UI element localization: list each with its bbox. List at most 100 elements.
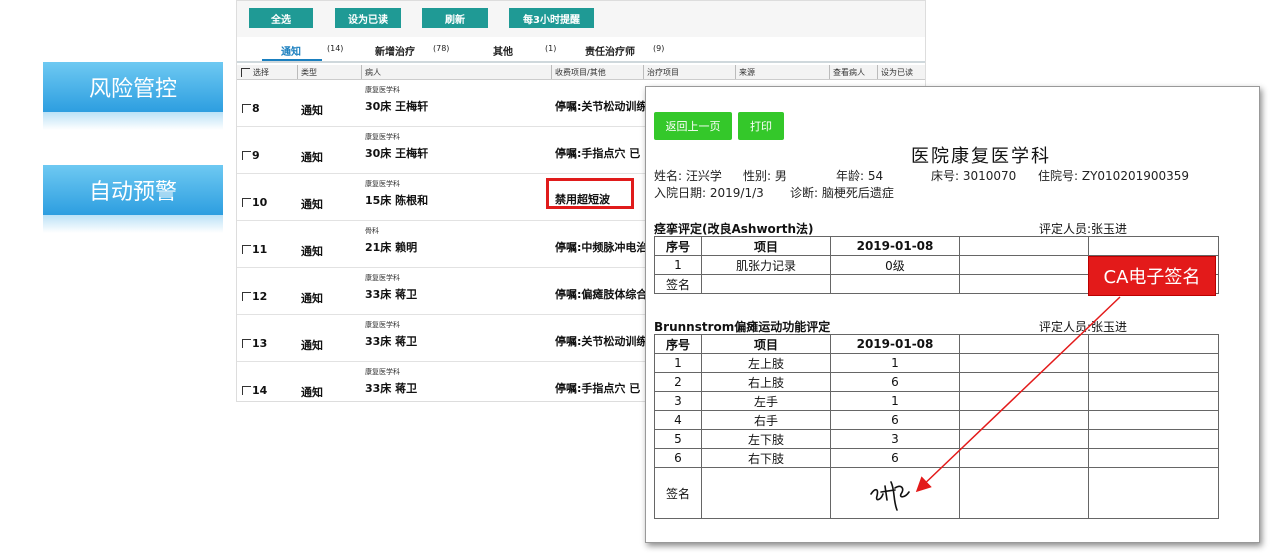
row-item: 停嘱:关节松动训练 <box>555 335 648 348</box>
section1-title: 痉挛评定(改良Ashworth法) <box>654 222 814 236</box>
row-checkbox[interactable] <box>242 339 251 348</box>
row-item: 停嘱:手指点穴 已 <box>555 147 641 160</box>
tab-other-count: (1) <box>545 44 557 53</box>
select-all-button[interactable]: 全选 <box>249 8 313 28</box>
row-bed-patient: 30床 王梅轩 <box>365 100 429 113</box>
tab-notice-count: (14) <box>327 44 344 53</box>
remind-3h-button[interactable]: 每3小时提醒 <box>509 8 594 28</box>
risk-control-reflection <box>43 112 223 130</box>
tab-notice[interactable]: 通知 <box>281 43 301 58</box>
header-checkbox[interactable] <box>241 68 250 77</box>
tab-new-treatment-count: (78) <box>433 44 450 53</box>
header-patient: 病人 <box>365 68 381 77</box>
row-number: 12 <box>252 290 268 303</box>
row-item: 停嘱:关节松动训练 <box>555 100 648 113</box>
tab-bar: 通知 (14) 新增治疗 (78) 其他 (1) 责任治疗师 (9) <box>237 39 925 63</box>
row-number: 13 <box>252 337 268 350</box>
row-dept: 康复医学科 <box>365 368 400 376</box>
row-number: 10 <box>252 196 268 209</box>
patient-gender: 性别: 男 <box>743 169 787 183</box>
empty-cell <box>1088 372 1219 392</box>
cell-value: 6 <box>830 372 960 392</box>
row-checkbox[interactable] <box>242 386 251 395</box>
row-checkbox[interactable] <box>242 292 251 301</box>
cell-item: 右上肢 <box>701 372 831 392</box>
back-button[interactable]: 返回上一页 <box>654 112 732 140</box>
row-item: 停嘱:中频脉冲电治 <box>555 241 648 254</box>
cell-value: 6 <box>830 410 960 430</box>
cell-value: 0级 <box>830 255 960 275</box>
row-dept: 康复医学科 <box>365 180 400 188</box>
row-bed-patient: 33床 蒋卫 <box>365 335 418 348</box>
empty-cell <box>1088 391 1219 411</box>
mark-read-button[interactable]: 设为已读 <box>335 8 401 28</box>
print-button[interactable]: 打印 <box>738 112 784 140</box>
table-row: 2 右上肢 6 <box>654 372 1219 392</box>
cell-no: 1 <box>654 353 702 373</box>
tab-responsible-therapist[interactable]: 责任治疗师 <box>585 43 635 58</box>
table-row: 3 左手 1 <box>654 391 1219 411</box>
row-checkbox[interactable] <box>242 245 251 254</box>
table-row: 1 左上肢 1 <box>654 353 1219 373</box>
col-no: 序号 <box>654 236 702 256</box>
refresh-button[interactable]: 刷新 <box>422 8 488 28</box>
auto-warning-button[interactable]: 自动预警 <box>43 165 223 215</box>
header-divider <box>551 65 552 79</box>
tab-new-treatment[interactable]: 新增治疗 <box>375 43 415 58</box>
header-mark-read: 设为已读 <box>881 68 913 77</box>
auto-warning-reflection <box>43 215 223 233</box>
ca-signature-callout: CA电子签名 <box>1088 256 1216 296</box>
row-checkbox[interactable] <box>242 104 251 113</box>
empty-cell <box>959 372 1089 392</box>
cell-item: 肌张力记录 <box>701 255 831 275</box>
cell-item: 左上肢 <box>701 353 831 373</box>
empty-cell <box>1088 353 1219 373</box>
row-checkbox[interactable] <box>242 198 251 207</box>
report-title: 医院康复医学科 <box>911 146 1051 167</box>
header-divider <box>735 65 736 79</box>
section1-assessor: 评定人员:张玉进 <box>1039 222 1128 236</box>
active-tab-indicator <box>262 59 322 61</box>
empty-cell <box>1088 410 1219 430</box>
row-bed-patient: 21床 赖明 <box>365 241 418 254</box>
header-select: 选择 <box>253 68 269 77</box>
admit-date: 入院日期: 2019/1/3 <box>654 186 764 200</box>
highlight-box <box>546 178 634 209</box>
empty-cell <box>1088 429 1219 449</box>
row-dept: 骨科 <box>365 227 379 235</box>
list-header: 选择 类型 病人 收费项目/其他 治疗项目 来源 查看病人 设为已读 <box>237 65 925 80</box>
row-checkbox[interactable] <box>242 151 251 160</box>
empty-cell <box>959 429 1089 449</box>
header-divider <box>361 65 362 79</box>
risk-control-button[interactable]: 风险管控 <box>43 62 223 112</box>
row-dept: 康复医学科 <box>365 133 400 141</box>
row-bed-patient: 33床 蒋卫 <box>365 382 418 395</box>
empty-cell <box>959 255 1089 275</box>
cell-value: 1 <box>830 353 960 373</box>
row-dept: 康复医学科 <box>365 274 400 282</box>
header-divider <box>297 65 298 79</box>
empty-cell <box>701 467 831 519</box>
cell-no: 2 <box>654 372 702 392</box>
section2-title: Brunnstrom偏瘫运动功能评定 <box>654 320 831 334</box>
row-type: 通知 <box>301 104 323 117</box>
row-bed-patient: 15床 陈根和 <box>365 194 429 207</box>
signature-label: 签名 <box>654 274 702 294</box>
header-charge-item: 收费项目/其他 <box>555 68 606 77</box>
table-row: 5 左下肢 3 <box>654 429 1219 449</box>
header-source: 来源 <box>739 68 755 77</box>
tab-other[interactable]: 其他 <box>493 43 513 58</box>
empty-cell <box>959 236 1089 256</box>
empty-cell <box>830 274 960 294</box>
empty-cell <box>959 410 1089 430</box>
cell-item: 右下肢 <box>701 448 831 468</box>
patient-age: 年龄: 54 <box>836 169 884 183</box>
row-number: 11 <box>252 243 268 256</box>
row-type: 通知 <box>301 386 323 399</box>
diagnosis: 诊断: 脑梗死后遗症 <box>790 186 894 200</box>
row-bed-patient: 30床 王梅轩 <box>365 147 429 160</box>
row-type: 通知 <box>301 292 323 305</box>
signature-cell <box>830 467 960 519</box>
row-dept: 康复医学科 <box>365 321 400 329</box>
empty-cell <box>959 274 1089 294</box>
